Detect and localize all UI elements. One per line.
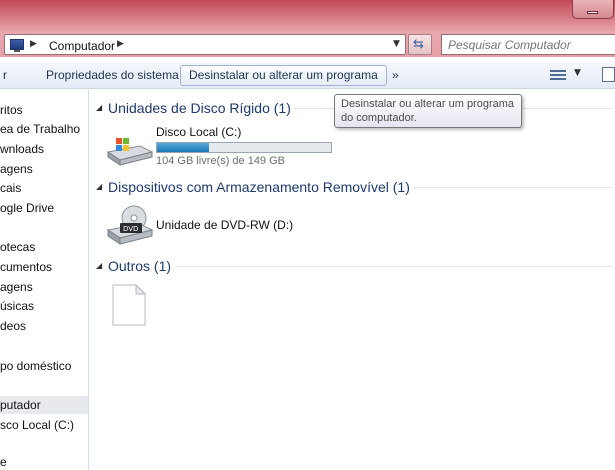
- nav-item-music[interactable]: úsicas: [0, 297, 88, 315]
- nav-item-computer[interactable]: putador: [0, 396, 88, 414]
- content-area: ◢ Unidades de Disco Rígido (1) Disco Loc…: [90, 90, 615, 470]
- preview-pane-icon[interactable]: [602, 67, 615, 82]
- view-dropdown-icon[interactable]: ▼: [574, 68, 581, 78]
- hard-drive-icon: [106, 138, 154, 166]
- group-divider: [414, 187, 611, 188]
- collapse-triangle-icon[interactable]: ◢: [96, 98, 102, 118]
- tooltip-line-1: Desinstalar ou alterar um programa: [341, 98, 515, 110]
- blank-file-icon: [112, 284, 146, 326]
- group-header-other[interactable]: ◢ Outros (1): [96, 256, 611, 276]
- nav-item-desktop[interactable]: ea de Trabalho: [0, 120, 88, 138]
- disk-usage-fill: [157, 143, 210, 152]
- collapse-triangle-icon[interactable]: ◢: [96, 256, 102, 276]
- group-title: Outros (1): [108, 258, 172, 274]
- address-bar[interactable]: ▶ Computador ▶ ▼: [4, 34, 406, 55]
- tooltip-uninstall-program: Desinstalar ou alterar um programa do co…: [334, 94, 522, 128]
- organize-button[interactable]: r: [0, 65, 16, 86]
- dvd-badge-text: DVD: [123, 225, 138, 233]
- breadcrumb-chevron-icon[interactable]: ▶: [30, 39, 37, 49]
- drive-name: Disco Local (C:): [156, 125, 242, 139]
- uninstall-program-button[interactable]: Desinstalar ou alterar um programa: [180, 65, 387, 86]
- address-dropdown-icon[interactable]: ▼: [393, 39, 400, 49]
- drive-name: Unidade de DVD-RW (D:): [156, 218, 294, 232]
- nav-item-favorites[interactable]: ritos: [0, 101, 88, 119]
- group-header-removable-storage[interactable]: ◢ Dispositivos com Armazenamento Removív…: [96, 177, 611, 197]
- minimize-button[interactable]: [572, 0, 614, 19]
- nav-item-libraries[interactable]: otecas: [0, 238, 88, 256]
- nav-item-images[interactable]: agens: [0, 160, 88, 178]
- nav-item-downloads[interactable]: wnloads: [0, 140, 88, 158]
- group-title: Unidades de Disco Rígido (1): [108, 100, 291, 116]
- change-view-icon[interactable]: [550, 68, 566, 82]
- search-input[interactable]: [442, 35, 615, 54]
- navigation-pane: ritos ea de Trabalho wnloads agens cais …: [0, 90, 89, 470]
- command-bar: r Propriedades do sistema Desinstalar ou…: [0, 62, 615, 89]
- drive-free-space: 104 GB livre(s) de 149 GB: [156, 155, 286, 167]
- tooltip-line-2: do computador.: [341, 112, 417, 124]
- search-box[interactable]: [441, 34, 615, 55]
- group-title: Dispositivos com Armazenamento Removível…: [108, 179, 410, 195]
- nav-item-documents[interactable]: cumentos: [0, 258, 88, 276]
- nav-item-google-drive[interactable]: ogle Drive: [0, 199, 88, 217]
- minimize-icon: [587, 11, 598, 14]
- more-commands-button[interactable]: »: [383, 65, 408, 86]
- collapse-triangle-icon[interactable]: ◢: [96, 177, 102, 197]
- group-divider: [176, 266, 611, 267]
- nav-item-library-images[interactable]: agens: [0, 278, 88, 296]
- computer-icon: [10, 39, 24, 52]
- disk-usage-bar: [156, 142, 332, 153]
- refresh-button[interactable]: ⇆: [408, 34, 432, 55]
- system-properties-button[interactable]: Propriedades do sistema: [37, 65, 188, 86]
- breadcrumb-location[interactable]: Computador: [49, 39, 115, 53]
- nav-item-network[interactable]: e: [0, 453, 88, 470]
- nav-item-local-disk[interactable]: sco Local (C:): [0, 416, 88, 434]
- window-frame: [0, 0, 615, 33]
- nav-item-recent[interactable]: cais: [0, 179, 88, 197]
- nav-item-homegroup[interactable]: po doméstico: [0, 357, 88, 375]
- breadcrumb-chevron-icon[interactable]: ▶: [117, 39, 124, 49]
- refresh-icon: ⇆: [413, 37, 424, 52]
- nav-item-videos[interactable]: deos: [0, 317, 88, 335]
- address-row: ▶ Computador ▶ ▼ ⇆: [0, 33, 615, 57]
- dvd-drive-icon: DVD: [106, 205, 154, 245]
